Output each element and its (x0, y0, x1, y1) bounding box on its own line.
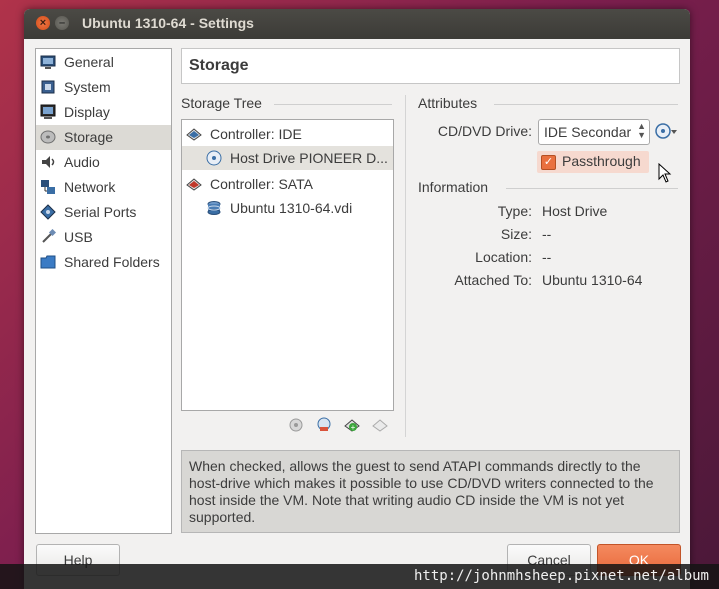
monitor-general-icon (40, 55, 56, 69)
storage-tree-toolbar: + (288, 417, 398, 435)
info-type-key: Type: (497, 203, 532, 219)
watermark-bar: http://johnmhsheep.pixnet.net/album (0, 564, 719, 589)
cd-drive-value: IDE Secondar (544, 124, 632, 140)
hard-disk-icon (207, 201, 221, 215)
sidebar-item-audio[interactable]: Audio (36, 150, 171, 175)
svg-text:+: + (351, 423, 356, 432)
information-divider (506, 188, 678, 189)
help-text-box: When checked, allows the guest to send A… (181, 450, 680, 533)
ide-controller-icon (186, 128, 202, 141)
info-attached-value: Ubuntu 1310-64 (542, 272, 643, 288)
sidebar-item-label: USB (64, 229, 93, 245)
passthrough-label: Passthrough (562, 153, 641, 169)
storage-tree-divider (274, 104, 392, 105)
info-location-value: -- (542, 249, 552, 265)
close-window-button[interactable]: × (36, 16, 50, 30)
info-location-key: Location: (475, 249, 532, 265)
disk-icon (40, 130, 56, 144)
sidebar-item-general[interactable]: General (36, 50, 171, 75)
tree-row-label: Controller: SATA (210, 176, 313, 192)
sidebar-item-label: Display (64, 104, 110, 120)
settings-sidebar: General System Display Storage Audio Net… (35, 48, 172, 534)
sidebar-item-label: Network (64, 179, 116, 195)
settings-window: × – Ubuntu 1310-64 - Settings General Sy… (24, 9, 690, 589)
sidebar-item-usb[interactable]: USB (36, 225, 171, 250)
sidebar-item-label: System (64, 79, 111, 95)
page-header: Storage (181, 48, 680, 84)
tree-row-host-drive[interactable]: Host Drive PIONEER D... (182, 146, 393, 170)
add-controller-icon[interactable]: + (344, 417, 360, 433)
add-attachment-icon[interactable] (288, 417, 304, 433)
choose-disk-button[interactable] (654, 120, 678, 142)
info-attached-key: Attached To: (454, 272, 532, 288)
chip-icon (41, 80, 55, 94)
sata-controller-icon (186, 178, 202, 191)
folder-icon (40, 255, 56, 269)
info-size-key: Size: (500, 226, 532, 242)
tree-row-label: Ubuntu 1310-64.vdi (230, 200, 353, 216)
storage-tree[interactable]: Controller: IDE Host Drive PIONEER D... … (181, 119, 394, 411)
sidebar-item-display[interactable]: Display (36, 100, 171, 125)
sidebar-item-label: Serial Ports (64, 204, 137, 220)
cd-icon (206, 150, 222, 166)
sidebar-item-label: Shared Folders (64, 254, 160, 270)
page-title: Storage (189, 57, 249, 74)
select-arrows-icon: ▲ ▼ (637, 121, 646, 140)
cd-drive-select[interactable]: IDE Secondar ▲ ▼ (538, 119, 650, 145)
tree-row-ide-controller[interactable]: Controller: IDE (182, 122, 393, 146)
tree-row-label: Controller: IDE (210, 126, 302, 142)
remove-attachment-icon[interactable] (316, 417, 332, 433)
panel-separator (405, 95, 406, 437)
information-label: Information (418, 179, 489, 195)
tree-row-label: Host Drive PIONEER D... (230, 150, 388, 166)
display-icon (40, 104, 56, 119)
sidebar-item-storage[interactable]: Storage (36, 125, 171, 150)
usb-icon (42, 229, 56, 243)
window-title: Ubuntu 1310-64 - Settings (82, 15, 254, 31)
network-icon (41, 180, 55, 194)
passthrough-checkbox-row[interactable]: ✓ Passthrough (537, 151, 649, 173)
help-text: When checked, allows the guest to send A… (189, 458, 654, 525)
title-bar[interactable]: × – Ubuntu 1310-64 - Settings (24, 9, 690, 39)
sidebar-item-label: General (64, 54, 114, 70)
mouse-cursor-icon (658, 163, 672, 183)
attributes-divider (494, 104, 678, 105)
watermark-url: http://johnmhsheep.pixnet.net/album (413, 568, 709, 584)
passthrough-checkbox[interactable]: ✓ (541, 155, 556, 170)
sidebar-item-network[interactable]: Network (36, 175, 171, 200)
sidebar-item-system[interactable]: System (36, 75, 171, 100)
tree-row-vdi-disk[interactable]: Ubuntu 1310-64.vdi (182, 196, 393, 220)
tree-row-sata-controller[interactable]: Controller: SATA (182, 172, 393, 196)
speaker-icon (42, 156, 55, 168)
serial-port-icon (40, 204, 56, 220)
minimize-window-button[interactable]: – (55, 16, 69, 30)
remove-controller-icon[interactable] (372, 417, 388, 433)
sidebar-item-shared-folders[interactable]: Shared Folders (36, 250, 171, 275)
info-type-value: Host Drive (542, 203, 608, 219)
cd-drive-label: CD/DVD Drive: (437, 123, 532, 139)
attributes-label: Attributes (418, 95, 478, 111)
sidebar-item-serial-ports[interactable]: Serial Ports (36, 200, 171, 225)
storage-tree-label: Storage Tree (181, 95, 262, 111)
sidebar-item-label: Storage (64, 129, 114, 145)
sidebar-item-label: Audio (64, 154, 100, 170)
info-size-value: -- (542, 226, 552, 242)
